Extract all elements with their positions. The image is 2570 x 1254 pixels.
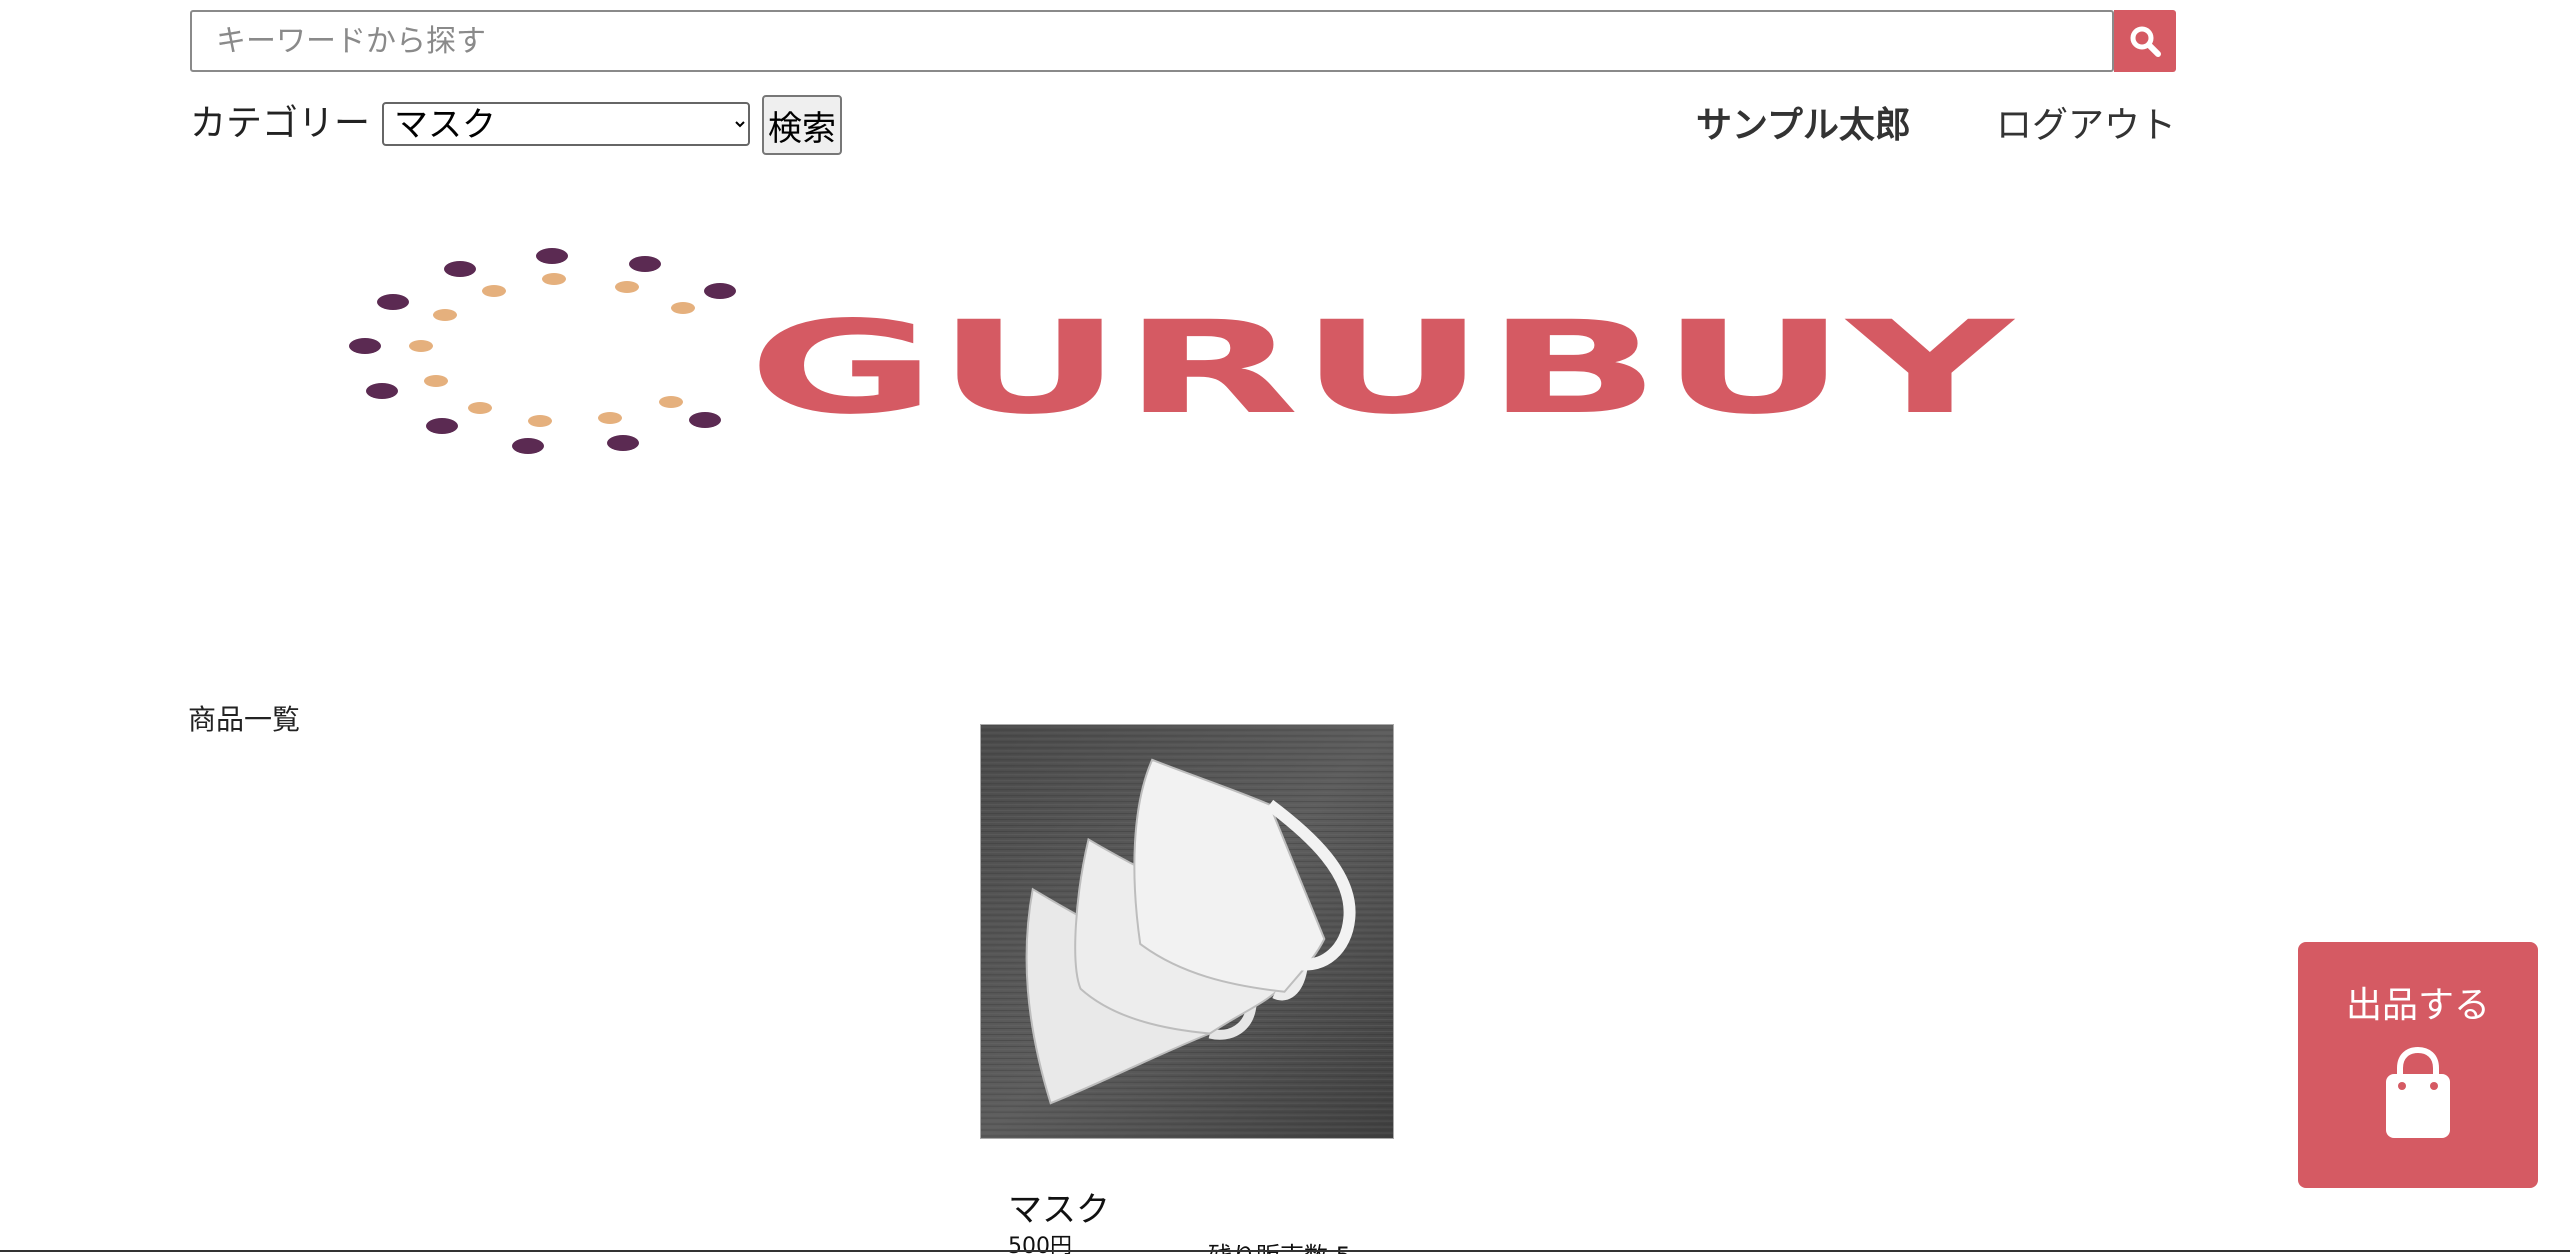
product-list-heading: 商品一覧 [188, 703, 301, 736]
sell-button[interactable]: 出品する [2298, 942, 2538, 1188]
gurubuy-logo[interactable]: GURUBUY [340, 236, 2020, 466]
category-search-button[interactable]: 検索 [762, 95, 842, 155]
page-bottom-divider [0, 1250, 2570, 1252]
search-button[interactable] [2114, 10, 2176, 72]
search-input[interactable] [190, 10, 2114, 72]
logo-dot-ring [349, 248, 736, 454]
product-card[interactable]: マスク 500円 残り販売数 5 [980, 724, 1394, 1254]
category-select[interactable]: マスク [382, 102, 750, 146]
shopping-bag-icon [2386, 1046, 2450, 1138]
logo-wordmark: GURUBUY [748, 294, 2015, 443]
search-icon [2130, 26, 2161, 57]
user-name[interactable]: サンプル太郎 [1696, 104, 1911, 148]
sell-button-label: 出品する [2345, 985, 2490, 1026]
product-image[interactable] [980, 724, 1394, 1139]
logout-link[interactable]: ログアウト [1996, 104, 2176, 148]
category-label: カテゴリー [190, 103, 371, 144]
product-name[interactable]: マスク [1008, 1182, 1110, 1231]
